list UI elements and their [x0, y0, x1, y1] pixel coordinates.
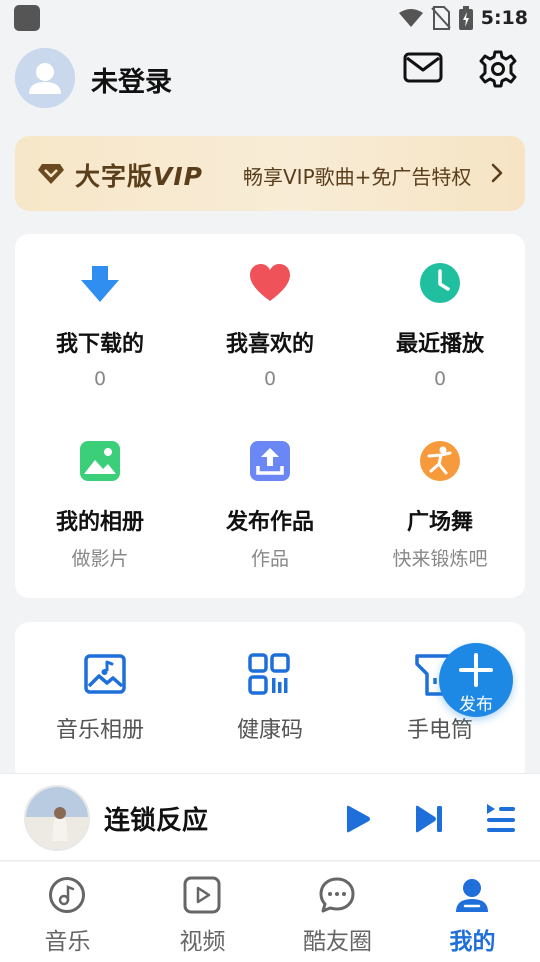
- grid-item-downloads[interactable]: 我下载的 0: [15, 262, 185, 402]
- status-bar: 5:18: [0, 0, 540, 36]
- mail-icon: [403, 52, 443, 83]
- fab-label: 发布: [459, 695, 493, 715]
- bottom-tab-bar: 音乐 视频 酷友圈 我的: [0, 862, 540, 962]
- grid-title: 我的相册: [55, 510, 144, 535]
- status-time: 5:18: [480, 7, 528, 29]
- settings-button[interactable]: [477, 48, 519, 90]
- vip-banner[interactable]: 大字版VIP 畅享VIP歌曲+免广告特权: [15, 136, 525, 211]
- person-icon: [456, 879, 488, 912]
- avatar[interactable]: [15, 48, 75, 108]
- notification-icon: [14, 5, 40, 31]
- grid-title: 发布作品: [225, 510, 314, 535]
- tab-label: 视频: [179, 929, 226, 955]
- tab-friends[interactable]: 酷友圈: [270, 862, 405, 962]
- cover-art: [26, 787, 88, 849]
- grid-subtitle: 做影片: [71, 548, 129, 570]
- tool-music-album[interactable]: 音乐相册: [15, 642, 185, 772]
- profile-header: 未登录: [15, 48, 525, 108]
- plus-icon: [459, 653, 493, 687]
- grid-count: 0: [93, 368, 107, 390]
- upload-icon: [250, 441, 290, 481]
- song-title: 连锁反应: [104, 806, 209, 836]
- grid-subtitle: 作品: [250, 548, 289, 570]
- tool-label: 音乐相册: [55, 718, 144, 743]
- grid-item-favorites[interactable]: 我喜欢的 0: [185, 262, 355, 402]
- clock-icon: [420, 263, 460, 303]
- playlist-icon[interactable]: [484, 802, 516, 834]
- grid-item-album[interactable]: 我的相册 做影片: [15, 440, 185, 580]
- no-sim-icon: [430, 6, 451, 30]
- tab-video[interactable]: 视频: [135, 862, 270, 962]
- mini-player[interactable]: 连锁反应: [0, 773, 540, 861]
- my-content-card: 我下载的 0 我喜欢的 0 最近播放 0 我的相册 做影片 发布作品 作品 广场…: [15, 234, 525, 598]
- grid-count: 0: [433, 368, 447, 390]
- tab-mine[interactable]: 我的: [405, 862, 540, 962]
- vip-title-vip: VIP: [153, 162, 203, 191]
- battery-icon: [458, 6, 473, 30]
- music-note-icon: [49, 877, 85, 913]
- grid-item-square-dance[interactable]: 广场舞 快来锻炼吧: [355, 440, 525, 580]
- grid-count: 0: [263, 368, 277, 390]
- vip-subtitle: 畅享VIP歌曲+免广告特权: [243, 165, 472, 189]
- default-avatar-icon: [15, 48, 75, 108]
- play-icon[interactable]: [342, 804, 372, 834]
- gear-icon: [479, 50, 517, 88]
- vip-title-prefix: 大字版: [75, 162, 154, 191]
- chevron-right-icon: [491, 163, 503, 183]
- tab-label: 音乐: [44, 929, 91, 955]
- message-button[interactable]: [403, 50, 443, 86]
- download-icon: [81, 266, 119, 302]
- tab-music[interactable]: 音乐: [0, 862, 135, 962]
- username[interactable]: 未登录: [91, 60, 172, 99]
- grid-title: 广场舞: [406, 510, 473, 535]
- grid-item-recent[interactable]: 最近播放 0: [355, 262, 525, 402]
- diamond-icon: [38, 164, 64, 184]
- chat-icon: [319, 877, 355, 913]
- grid-subtitle: 快来锻炼吧: [392, 548, 488, 570]
- album-icon: [80, 441, 120, 481]
- tool-label: 手电筒: [406, 718, 473, 743]
- music-album-icon: [84, 654, 126, 694]
- next-track-icon[interactable]: [414, 803, 444, 835]
- qr-code-icon: [248, 653, 290, 695]
- heart-icon: [250, 264, 290, 301]
- tab-label: 酷友圈: [303, 929, 372, 955]
- vip-title: 大字版VIP: [75, 157, 203, 193]
- tool-label: 健康码: [236, 718, 303, 743]
- grid-title: 我喜欢的: [225, 332, 314, 357]
- grid-item-publish[interactable]: 发布作品 作品: [185, 440, 355, 580]
- dance-icon: [420, 441, 460, 481]
- grid-title: 最近播放: [395, 332, 484, 357]
- wifi-icon: [398, 9, 423, 27]
- tab-label: 我的: [449, 929, 496, 955]
- publish-fab-button[interactable]: 发布: [439, 643, 513, 717]
- video-icon: [183, 876, 221, 914]
- tool-health-code[interactable]: 健康码: [185, 642, 355, 772]
- grid-title: 我下载的: [55, 332, 144, 357]
- album-cover[interactable]: [24, 785, 90, 851]
